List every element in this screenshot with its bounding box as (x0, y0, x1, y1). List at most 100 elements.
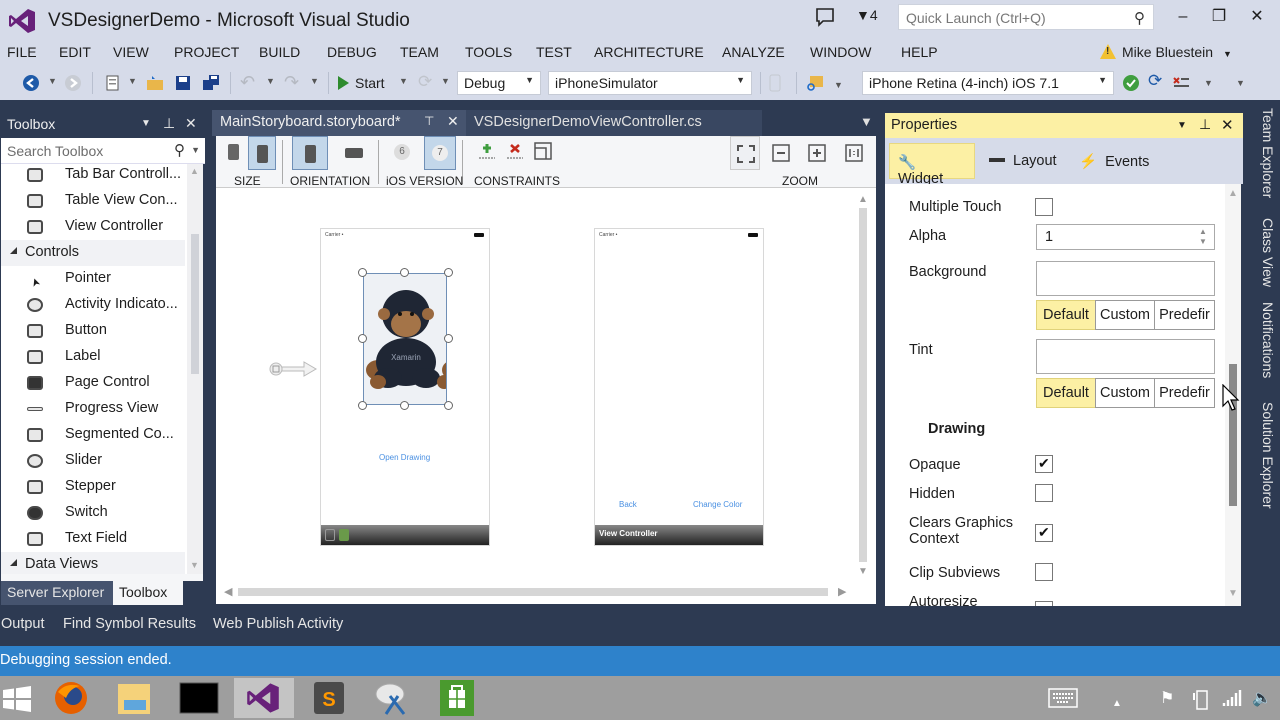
back-dropdown-icon[interactable]: ▼ (48, 76, 57, 86)
firefox-icon[interactable] (46, 678, 96, 718)
decrement-icon[interactable]: ▼ (1199, 237, 1207, 246)
remove-constraints-icon[interactable] (506, 142, 524, 162)
zoom-actual-size-icon[interactable] (845, 144, 863, 162)
resize-handle[interactable] (400, 268, 409, 277)
solution-platform-select[interactable]: iPhoneSimulator ▼ (548, 71, 752, 95)
file-explorer-icon[interactable] (110, 678, 160, 718)
new-project-icon[interactable] (104, 74, 122, 92)
storyboard-canvas[interactable]: Carrier • Xamarin Open Drawing Carrier •… (216, 188, 876, 604)
multiple-touch-checkbox[interactable] (1035, 198, 1053, 216)
menu-architecture[interactable]: ARCHITECTURE (594, 44, 704, 60)
redo-icon[interactable]: ↷ (284, 72, 299, 93)
feedback-icon[interactable] (814, 6, 836, 28)
close-button[interactable]: ✕ (1242, 6, 1272, 30)
tab-toolbox[interactable]: Toolbox (113, 581, 183, 605)
orientation-portrait-button[interactable] (292, 136, 328, 170)
toolbox-item[interactable]: Label (1, 344, 185, 370)
save-icon[interactable] (174, 74, 192, 92)
tab-main-storyboard[interactable]: MainStoryboard.storyboard* ⊤ ✕ (212, 110, 466, 136)
battery-icon[interactable] (1192, 688, 1210, 710)
refresh-dropdown-icon[interactable]: ▼ (441, 76, 450, 86)
solution-configuration-select[interactable]: Debug ▼ (457, 71, 541, 95)
tab-widget[interactable]: 🔧Widget (889, 143, 975, 187)
tab-view-controller-cs[interactable]: VSDesignerDemoViewController.cs (466, 110, 762, 136)
document-overflow-icon[interactable]: ▼ (860, 114, 873, 129)
menu-help[interactable]: HELP (901, 44, 938, 60)
background-custom-option[interactable]: Custom (1095, 300, 1155, 330)
tab-notifications[interactable]: Notifications (1248, 300, 1276, 378)
resize-handle[interactable] (444, 268, 453, 277)
tab-solution-explorer[interactable]: Solution Explorer (1248, 400, 1276, 509)
orientation-landscape-button[interactable] (336, 136, 372, 170)
close-icon[interactable]: ✕ (185, 115, 197, 132)
menu-debug[interactable]: DEBUG (327, 44, 377, 60)
add-constraints-icon[interactable] (478, 142, 496, 162)
scroll-up-icon[interactable]: ▲ (858, 194, 868, 205)
minimize-button[interactable]: – (1168, 6, 1198, 30)
open-drawing-button[interactable]: Open Drawing (379, 453, 430, 462)
tint-predefined-option[interactable]: Predefir (1154, 378, 1215, 408)
tab-layout[interactable]: Layout (981, 143, 1065, 179)
close-icon[interactable]: ✕ (447, 113, 459, 130)
menu-tools[interactable]: TOOLS (465, 44, 512, 60)
toolbox-category[interactable]: Controls (1, 240, 185, 266)
toolbox-scrollbar[interactable]: ▲ ▼ (187, 164, 203, 574)
resize-handle[interactable] (400, 401, 409, 410)
toolbox-item[interactable]: Segmented Co... (1, 422, 185, 448)
opaque-checkbox[interactable] (1035, 455, 1053, 473)
toolbox-item[interactable]: Tab Bar Controll... (1, 164, 185, 188)
scroll-up-icon[interactable]: ▲ (190, 166, 199, 176)
toolbox-item[interactable]: ➤ Pointer (1, 266, 185, 292)
scrollbar-thumb[interactable] (191, 234, 199, 374)
device-target-select[interactable]: iPhone Retina (4-inch) iOS 7.1 ▼ (862, 71, 1114, 95)
scroll-down-icon[interactable]: ▼ (1228, 588, 1238, 599)
snipping-tool-icon[interactable] (368, 678, 418, 718)
tint-default-option[interactable]: Default (1036, 378, 1096, 408)
background-color-input[interactable] (1036, 261, 1215, 296)
toolbox-category[interactable]: Data Views (1, 552, 185, 574)
panel-menu-icon[interactable]: ▼ (141, 118, 151, 129)
windows-start-icon[interactable] (2, 686, 32, 712)
size-4-inch-button[interactable] (248, 136, 276, 170)
visual-studio-taskbar-button[interactable] (234, 678, 294, 718)
find-in-files-icon[interactable] (806, 74, 824, 92)
sync-icon[interactable]: ⟳ (1148, 71, 1162, 91)
menu-project[interactable]: PROJECT (174, 44, 239, 60)
tab-server-explorer[interactable]: Server Explorer (1, 581, 113, 605)
expand-triangle-icon[interactable] (10, 559, 17, 566)
scroll-up-icon[interactable]: ▲ (1228, 188, 1238, 199)
toolbox-item[interactable]: Text Field (1, 526, 185, 552)
clears-graphics-context-checkbox[interactable] (1035, 524, 1053, 542)
scroll-down-icon[interactable]: ▼ (190, 560, 199, 570)
view-controller-drawing[interactable]: Carrier • Back Change Color View Control… (594, 228, 764, 546)
change-color-button[interactable]: Change Color (693, 500, 742, 509)
frame-layout-icon[interactable] (534, 142, 552, 160)
close-icon[interactable]: ✕ (1221, 116, 1234, 134)
resize-handle[interactable] (358, 268, 367, 277)
notifications-filter[interactable]: ▼4 (856, 7, 878, 23)
pin-icon[interactable]: ⊥ (163, 115, 175, 132)
windows-store-icon[interactable] (432, 678, 482, 718)
toolbox-item[interactable]: Progress View (1, 396, 185, 422)
scroll-down-icon[interactable]: ▼ (858, 566, 868, 577)
touch-keyboard-icon[interactable] (1048, 688, 1078, 708)
menu-analyze[interactable]: ANALYZE (722, 44, 785, 60)
panel-menu-icon[interactable]: ▼ (1177, 120, 1187, 131)
toolbox-item[interactable]: View Controller (1, 214, 185, 240)
save-all-icon[interactable] (202, 74, 220, 92)
toolbox-item[interactable]: Page Control (1, 370, 185, 396)
user-account-menu[interactable]: Mike Bluestein ▼ (1100, 44, 1232, 60)
toolbox-item[interactable]: Table View Con... (1, 188, 185, 214)
navigate-back-icon[interactable] (22, 74, 40, 92)
image-view-monkey[interactable]: Xamarin (363, 273, 447, 405)
quick-launch-input[interactable]: Quick Launch (Ctrl+Q) ⚲ (898, 4, 1154, 30)
tint-color-input[interactable] (1036, 339, 1215, 374)
view-controller-main[interactable]: Carrier • Xamarin Open Drawing (320, 228, 490, 546)
tab-events[interactable]: ⚡ Events (1071, 143, 1155, 179)
clear-list-icon[interactable] (1172, 74, 1190, 92)
show-hidden-icons[interactable]: ▲ (1112, 698, 1122, 709)
zoom-out-icon[interactable] (772, 144, 790, 162)
tab-class-view[interactable]: Class View (1248, 216, 1276, 287)
ios-7-button[interactable]: 7 (424, 136, 456, 170)
undo-icon[interactable]: ↶ (240, 72, 255, 93)
